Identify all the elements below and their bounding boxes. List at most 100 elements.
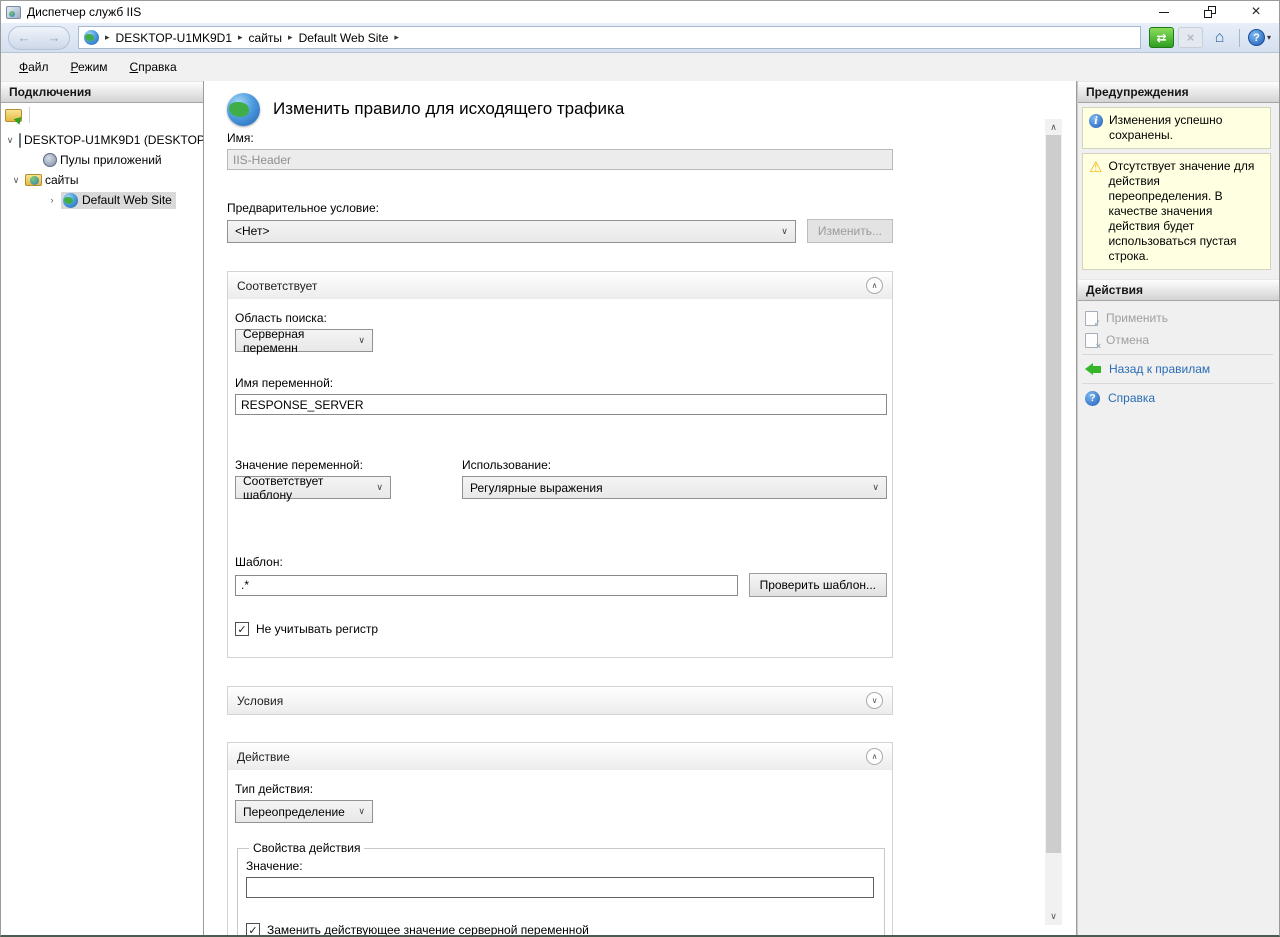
close-button[interactable]: × (1233, 1, 1279, 23)
operand-value: Соответствует шаблону (243, 474, 368, 502)
breadcrumb-sites[interactable]: сайты (249, 31, 283, 45)
connections-toolbar (1, 103, 203, 127)
tree-item-app-pools[interactable]: Пулы приложений (1, 150, 203, 170)
tree-item-server[interactable]: ∨ DESKTOP-U1MK9D1 (DESKTOP (1, 130, 203, 150)
conditions-section-header[interactable]: Условия ∨ (228, 687, 892, 714)
action-section-header[interactable]: Действие ∧ (228, 743, 892, 770)
ignore-case-checkbox[interactable]: ✓ Не учитывать регистр (235, 622, 887, 636)
alert-info: i Изменения успешно сохранены. (1082, 107, 1271, 149)
help-button[interactable]: ? ▾ (1247, 27, 1272, 48)
stop-icon: × (1187, 30, 1195, 45)
replace-value-checkbox[interactable]: ✓ Заменить действующее значение серверно… (246, 923, 874, 935)
pattern-input[interactable] (235, 575, 738, 596)
help-icon: ? (1085, 391, 1100, 406)
tree-item-sites[interactable]: ∨ сайты (1, 170, 203, 190)
breadcrumb-separator-icon: ▸ (288, 32, 293, 43)
collapsed-chevron-icon[interactable]: › (46, 195, 58, 205)
precondition-select[interactable]: <Нет> ∨ (227, 220, 796, 243)
address-bar: ← → ▸ DESKTOP-U1MK9D1 ▸ сайты ▸ Default … (1, 23, 1279, 53)
cancel-label: Отмена (1106, 333, 1149, 347)
test-pattern-button[interactable]: Проверить шаблон... (749, 573, 887, 597)
scope-label: Область поиска: (235, 311, 887, 325)
page-globe-icon (227, 93, 260, 126)
value-label: Значение: (246, 859, 874, 873)
server-icon (19, 133, 21, 148)
iis-manager-window: Диспетчер служб IIS × ← → ▸ DESKTOP-U1MK… (0, 0, 1280, 937)
app-icon (6, 6, 21, 19)
alert-info-text: Изменения успешно сохранены. (1109, 113, 1264, 143)
using-label: Использование: (462, 458, 887, 472)
action-type-select[interactable]: Переопределение ∨ (235, 800, 373, 823)
back-to-rules-action[interactable]: Назад к правилам (1078, 358, 1279, 380)
chevron-down-icon: ∨ (781, 226, 788, 237)
sites-folder-icon (25, 174, 42, 186)
close-icon: × (1251, 4, 1260, 20)
restore-button[interactable] (1187, 1, 1233, 23)
match-section-header[interactable]: Соответствует ∧ (228, 272, 892, 299)
breadcrumb[interactable]: ▸ DESKTOP-U1MK9D1 ▸ сайты ▸ Default Web … (78, 26, 1141, 49)
help-action[interactable]: ? Справка (1078, 387, 1279, 409)
expanded-chevron-icon[interactable]: ∨ (4, 135, 16, 146)
breadcrumb-separator-icon: ▸ (394, 32, 399, 43)
help-icon: ? (1248, 29, 1265, 46)
tree-item-label: сайты (45, 173, 79, 187)
match-section: Соответствует ∧ Область поиска: Серверна… (227, 271, 893, 658)
collapse-section-icon[interactable]: ∧ (866, 748, 883, 765)
expand-section-icon[interactable]: ∨ (866, 692, 883, 709)
value-input[interactable] (246, 877, 874, 898)
using-select[interactable]: Регулярные выражения ∨ (462, 476, 887, 499)
collapse-section-icon[interactable]: ∧ (866, 277, 883, 294)
scope-select[interactable]: Серверная переменн ∨ (235, 329, 373, 352)
tree-item-label: DESKTOP-U1MK9D1 (DESKTOP (24, 133, 203, 147)
forward-icon[interactable]: → (48, 30, 61, 45)
scroll-down-icon[interactable]: ∨ (1045, 908, 1062, 925)
navigation-cloud: ← → (8, 26, 70, 50)
create-connection-icon[interactable] (5, 109, 22, 122)
checkbox-checked-icon[interactable]: ✓ (246, 923, 260, 935)
checkbox-checked-icon[interactable]: ✓ (235, 622, 249, 636)
right-panel: Предупреждения i Изменения успешно сохра… (1077, 81, 1279, 935)
restart-icon: ⇄ (1156, 31, 1166, 45)
conditions-section: Условия ∨ (227, 686, 893, 715)
menu-view[interactable]: Режим (61, 56, 118, 78)
action-type-label: Тип действия: (235, 782, 887, 796)
connections-header: Подключения (1, 81, 203, 103)
breadcrumb-separator-icon: ▸ (238, 32, 243, 43)
apply-action: ✓ Применить (1078, 307, 1279, 329)
variable-name-label: Имя переменной: (235, 376, 887, 390)
scroll-up-icon[interactable]: ∧ (1045, 119, 1062, 136)
using-value: Регулярные выражения (470, 481, 603, 495)
variable-name-input[interactable] (235, 394, 887, 415)
replace-value-label: Заменить действующее значение серверной … (267, 923, 589, 935)
breadcrumb-server[interactable]: DESKTOP-U1MK9D1 (116, 31, 232, 45)
tree-item-label: Пулы приложений (60, 153, 162, 167)
menu-file[interactable]: Файл (9, 56, 59, 78)
chevron-down-icon: ∨ (376, 482, 383, 493)
restart-button[interactable]: ⇄ (1149, 27, 1174, 48)
breadcrumb-default-web-site[interactable]: Default Web Site (299, 31, 389, 45)
help-dropdown-icon: ▾ (1267, 33, 1271, 42)
home-button[interactable]: ⌂ (1207, 27, 1232, 48)
edit-precondition-button: Изменить... (807, 219, 893, 243)
precondition-value: <Нет> (235, 224, 269, 238)
tree-item-default-web-site[interactable]: › Default Web Site (1, 190, 203, 210)
scrollbar-thumb[interactable] (1046, 135, 1061, 853)
main-panel: Изменить правило для исходящего трафика … (204, 81, 1077, 935)
warning-icon: ⚠ (1089, 159, 1102, 176)
connections-tree: ∨ DESKTOP-U1MK9D1 (DESKTOP Пулы приложен… (1, 127, 203, 210)
operand-select[interactable]: Соответствует шаблону ∨ (235, 476, 391, 499)
alert-warning-text: Отсутствует значение для действия переоп… (1108, 159, 1264, 264)
menu-help[interactable]: Справка (120, 56, 187, 78)
action-type-value: Переопределение (243, 805, 345, 819)
expanded-chevron-icon[interactable]: ∨ (10, 175, 22, 186)
toolbar-divider (29, 107, 30, 123)
cancel-icon: × (1085, 333, 1098, 348)
minimize-button[interactable] (1141, 1, 1187, 23)
breadcrumb-separator-icon: ▸ (105, 32, 110, 43)
back-icon[interactable]: ← (18, 30, 31, 45)
globe-icon (84, 30, 99, 45)
vertical-scrollbar[interactable]: ∧ ∨ (1045, 119, 1062, 925)
help-label: Справка (1108, 391, 1155, 405)
actions-list: ✓ Применить × Отмена Назад к правилам ? … (1078, 301, 1279, 409)
action-properties-legend: Свойства действия (249, 841, 364, 855)
